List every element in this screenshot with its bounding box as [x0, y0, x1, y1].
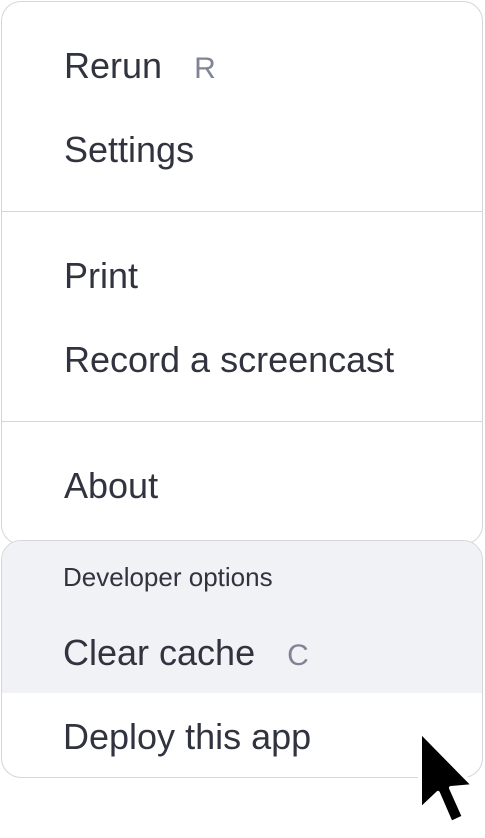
menu-item-rerun[interactable]: Rerun R [64, 46, 216, 89]
menu-item-settings-label: Settings [64, 129, 195, 170]
menu-item-record-screencast[interactable]: Record a screencast [64, 340, 394, 380]
menu-item-rerun-label: Rerun [64, 45, 163, 86]
menu-item-about-label: About [64, 465, 159, 506]
clear-cache-shortcut-key: C [287, 639, 309, 672]
menu-item-print-label: Print [64, 255, 139, 296]
developer-options-header: Developer options [63, 562, 273, 592]
mouse-pointer-icon [418, 729, 476, 825]
menu-item-deploy-label: Deploy this app [63, 716, 312, 757]
rerun-shortcut-key: R [194, 52, 216, 85]
menu-item-about[interactable]: About [64, 466, 158, 506]
menu-item-clear-cache-label: Clear cache [63, 632, 256, 673]
menu-item-clear-cache[interactable]: Clear cache C [63, 633, 309, 676]
main-menu: Rerun R Settings Print Record a screencas… [1, 1, 483, 545]
menu-item-record-label: Record a screencast [64, 339, 395, 380]
menu-item-settings[interactable]: Settings [64, 130, 194, 170]
menu-item-deploy-app[interactable]: Deploy this app [63, 717, 311, 757]
menu-divider [2, 421, 482, 422]
developer-options-menu: Developer options Clear cache C Deploy th… [1, 540, 483, 778]
main-menu-popover: Rerun R Settings Print Record a screencas… [0, 0, 485, 838]
menu-divider [2, 211, 482, 212]
menu-item-print[interactable]: Print [64, 256, 138, 296]
